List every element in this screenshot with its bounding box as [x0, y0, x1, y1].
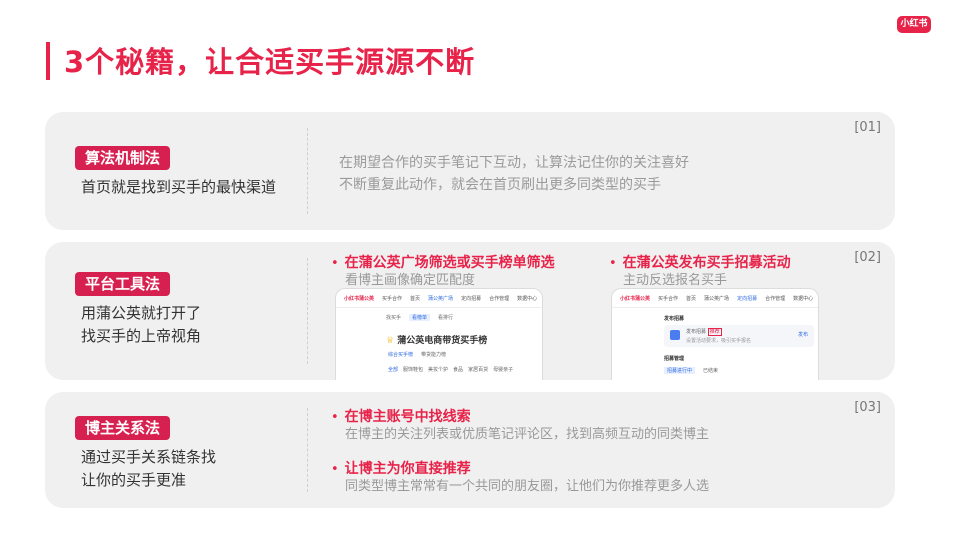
card-subtitle: 用蒲公英就打开了 找买手的上帝视角	[81, 304, 202, 345]
screenshot-buyer-ranking: 小红书蒲公英 买手合作 首页 蒲公英广场 定向招募 合作管理 数据中心 找买手 …	[335, 288, 543, 380]
mini-filters: 全部 服饰鞋包 美妆个护 食品 家居百货 母婴亲子	[388, 367, 514, 373]
mini-nav: 小红书蒲公英 买手合作 首页 蒲公英广场 定向招募 合作管理 数据中心	[612, 289, 818, 308]
bullet-direct-recommend: • 让博主为你直接推荐 同类型博主常常有一个共同的朋友圈，让他们为你推荐更多人选	[331, 461, 710, 494]
recruit-icon	[670, 330, 680, 340]
card-subtitle: 通过买手关系链条找 让你的买手更准	[81, 448, 217, 489]
crown-icon: ♕	[386, 336, 395, 346]
card-divider	[307, 408, 308, 492]
page-title: 3个秘籍，让合适买手源源不断	[64, 45, 476, 79]
card-subtitle: 首页就是找到买手的最快渠道	[81, 178, 277, 196]
xiaohongshu-logo: 小红书	[897, 16, 931, 33]
mini-tabs: 找买手 看榜单 看排行	[386, 314, 454, 321]
mini-list-title: ♕ 蒲公英电商带货买手榜	[386, 336, 488, 346]
card-platform-tool: [02] 平台工具法 用蒲公英就打开了 找买手的上帝视角 • 在蒲公英广场筛选或买…	[45, 242, 895, 380]
mini-recruit-item: 发布招募 推荐 设置活动要求，吸引买手报名 发布	[664, 325, 814, 347]
screenshot-recruit: 小红书蒲公英 买手合作 首页 蒲公英广场 定向招募 合作管理 数据中心 发布招募…	[611, 288, 819, 380]
card-description: 在期望合作的买手笔记下互动，让算法记住你的关注喜好 不断重复此动作，就会在首页刷…	[339, 155, 689, 193]
mini-subtabs: 综合买手榜 带货能力榜	[388, 352, 447, 358]
mini-nav: 小红书蒲公英 买手合作 首页 蒲公英广场 定向招募 合作管理 数据中心	[336, 289, 542, 308]
mini-publish-button: 发布	[797, 332, 808, 338]
mini-section-title: 招募管理	[664, 356, 685, 362]
card-divider	[307, 128, 308, 214]
card-algorithm: [01] 算法机制法 首页就是找到买手的最快渠道 在期望合作的买手笔记下互动，让…	[45, 112, 895, 230]
card-tag: 平台工具法	[75, 272, 171, 296]
bullet-plaza-filter: • 在蒲公英广场筛选或买手榜单筛选 看博主画像确定匹配度	[331, 255, 555, 288]
card-number: [01]	[854, 120, 881, 135]
mini-tabs: 招募进行中 已结束	[664, 367, 718, 374]
card-tag: 算法机制法	[75, 146, 171, 170]
title-accent-bar	[46, 42, 50, 80]
card-divider	[307, 258, 308, 364]
bullet-account-clue: • 在博主账号中找线索 在博主的关注列表或优质笔记评论区，找到高频互动的同类博主	[331, 409, 710, 442]
card-blogger-relation: [03] 博主关系法 通过买手关系链条找 让你的买手更准 • 在博主账号中找线索 …	[45, 392, 895, 508]
card-number: [03]	[854, 400, 881, 415]
card-tag: 博主关系法	[75, 416, 171, 440]
mini-section-title: 发布招募	[664, 316, 685, 322]
card-number: [02]	[854, 250, 881, 265]
bullet-recruit-activity: • 在蒲公英发布买手招募活动 主动反选报名买手	[609, 255, 791, 288]
